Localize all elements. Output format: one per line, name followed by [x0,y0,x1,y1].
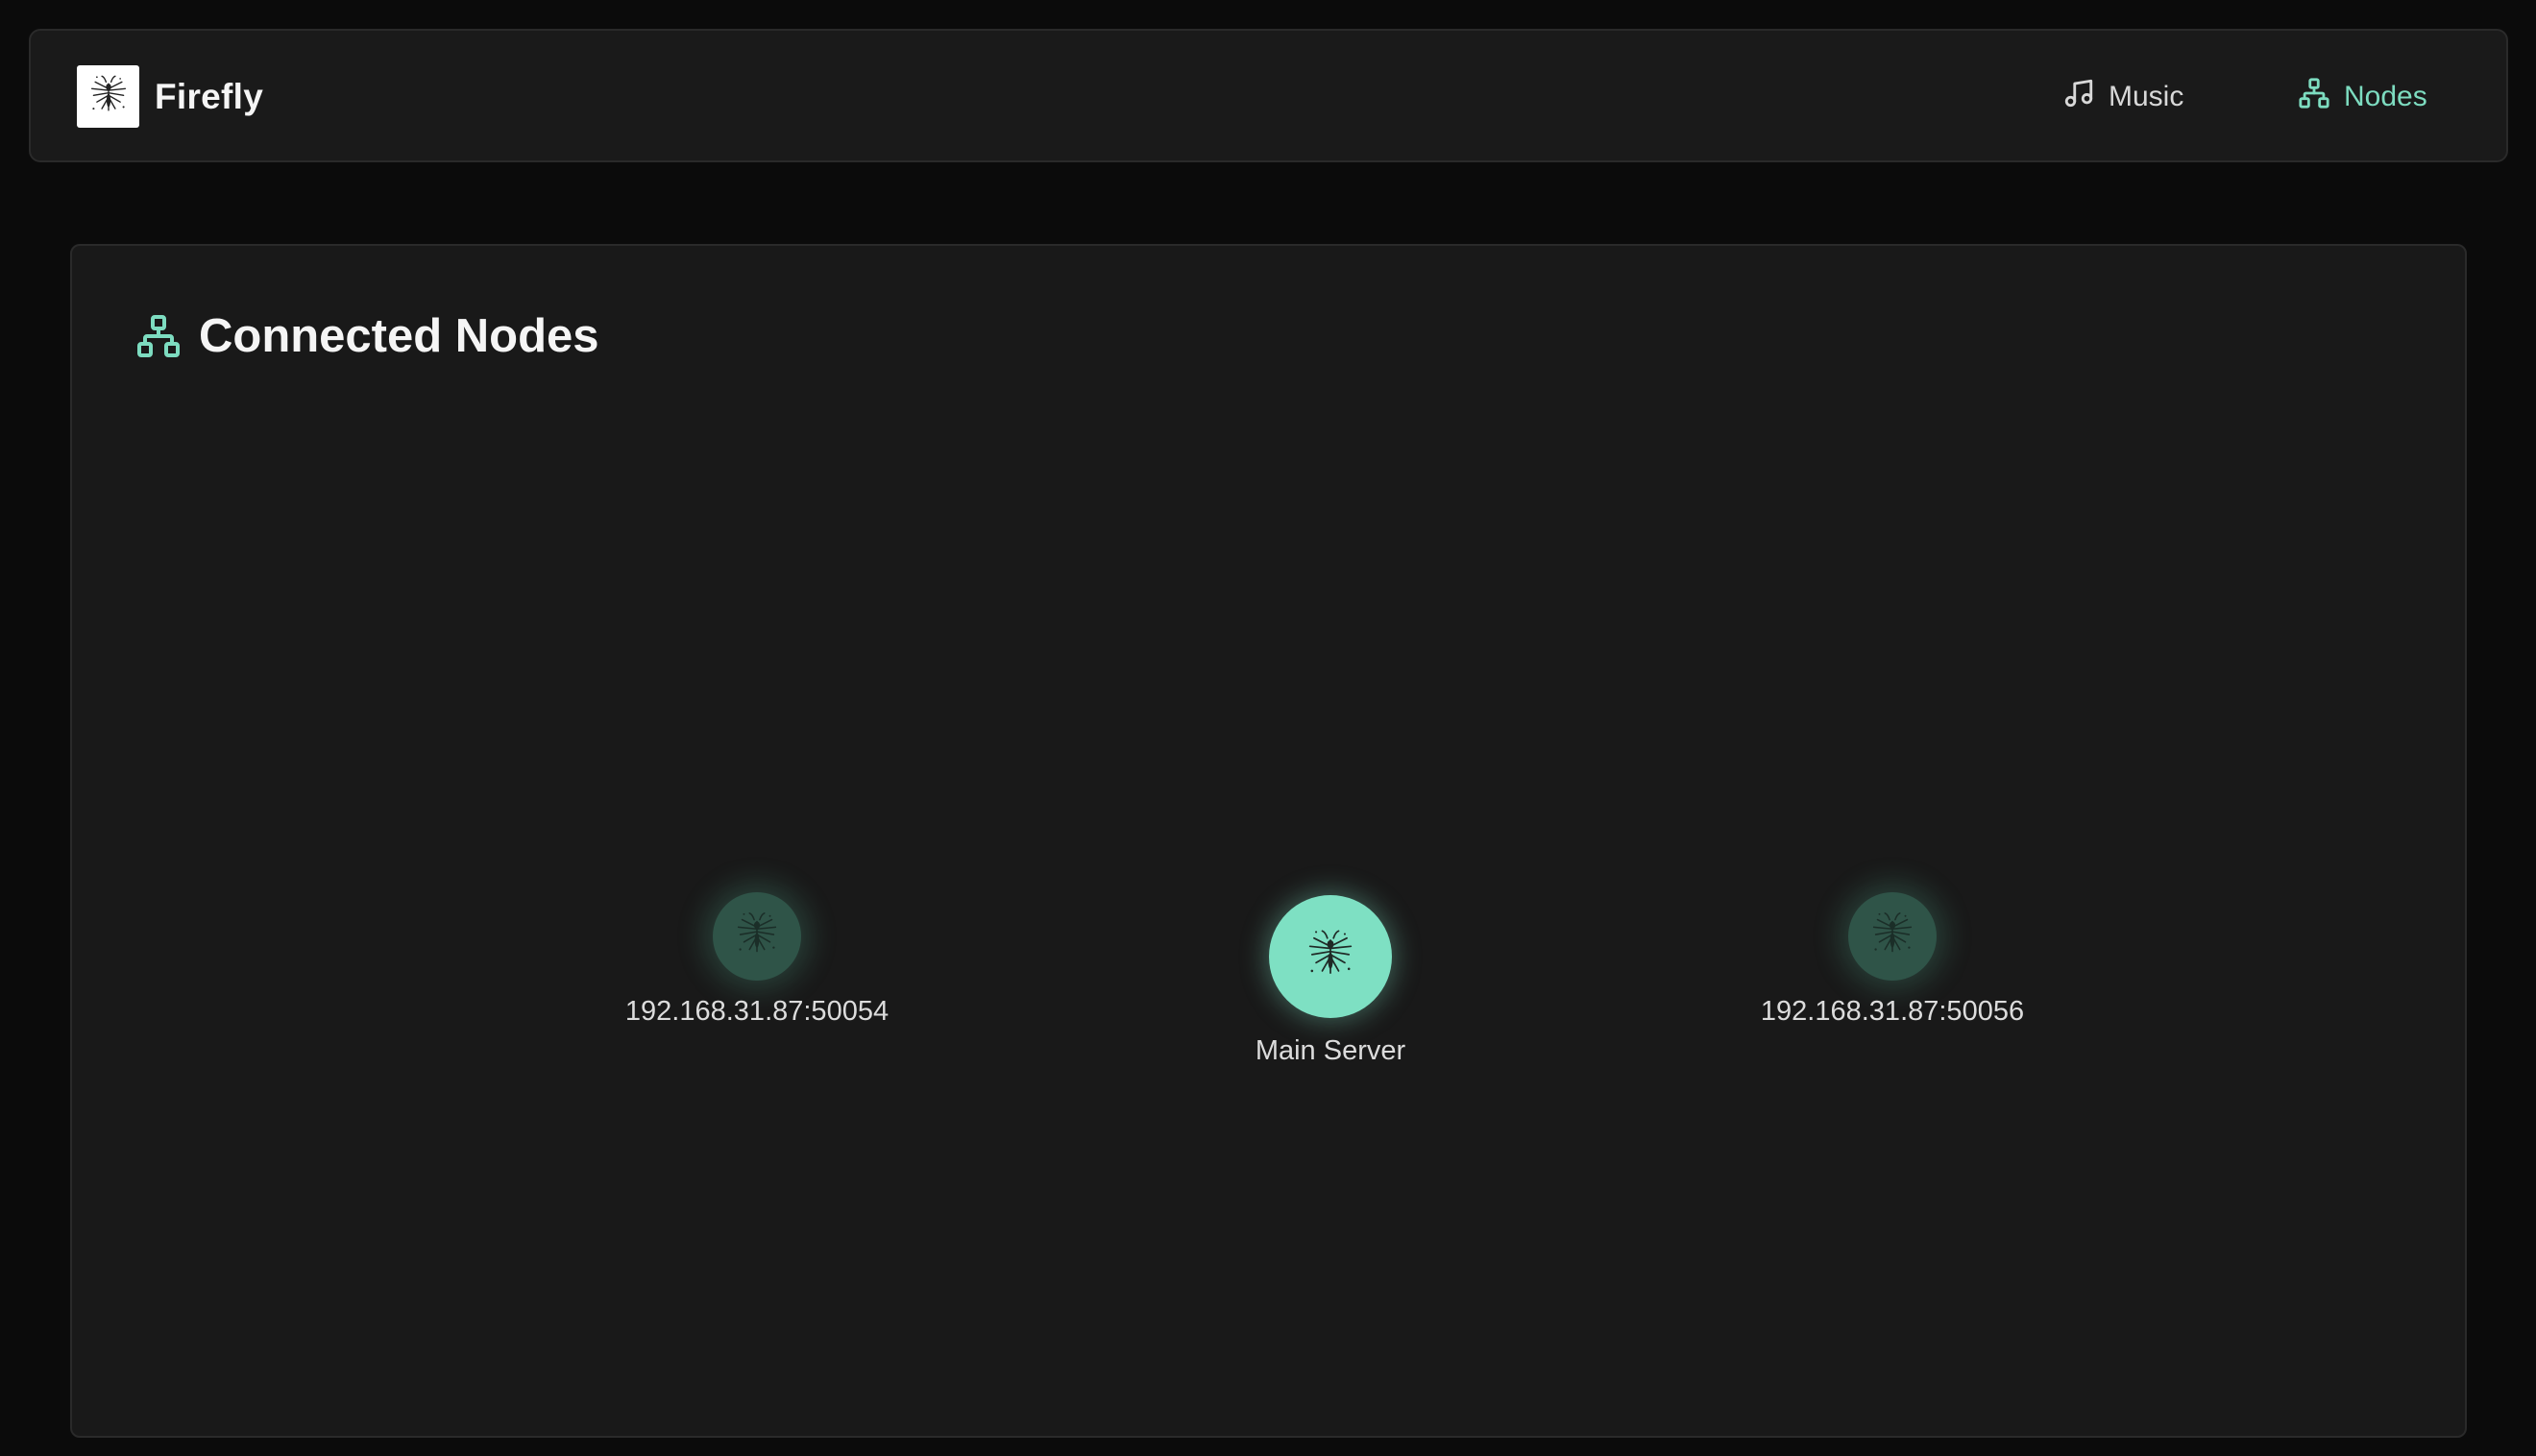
nav-item-music-label: Music [2109,81,2184,112]
node-label: 192.168.31.87:50054 [624,996,890,1027]
panel-header: Connected Nodes [135,309,599,363]
firefly-icon [1865,909,1920,964]
node-avatar [713,892,801,981]
music-note-icon [2062,77,2095,117]
page-title: Connected Nodes [199,310,599,362]
app-name: Firefly [155,76,264,116]
node-avatar [1848,892,1937,981]
network-icon [2298,77,2330,117]
firefly-logo-icon [77,65,139,128]
node-avatar [1269,895,1392,1018]
network-icon [135,313,182,359]
node-peer-1[interactable]: 192.168.31.87:50054 [613,892,901,1028]
firefly-icon [729,909,785,964]
nav-item-nodes-label: Nodes [2344,81,2427,112]
node-label: Main Server [1255,1035,1406,1066]
node-peer-2[interactable]: 192.168.31.87:50056 [1748,892,2036,1028]
top-navigation-bar: Firefly Music Nodes [29,29,2508,162]
connected-nodes-panel: Connected Nodes 192.168.31.87:50054 Main… [70,244,2467,1438]
node-label: 192.168.31.87:50056 [1760,996,2025,1027]
nav-item-music[interactable]: Music [2062,77,2183,117]
node-main-server[interactable]: Main Server [1186,895,1475,1067]
firefly-icon [1300,926,1361,987]
nav-item-nodes[interactable]: Nodes [2298,77,2427,117]
brand[interactable]: Firefly [77,65,263,128]
